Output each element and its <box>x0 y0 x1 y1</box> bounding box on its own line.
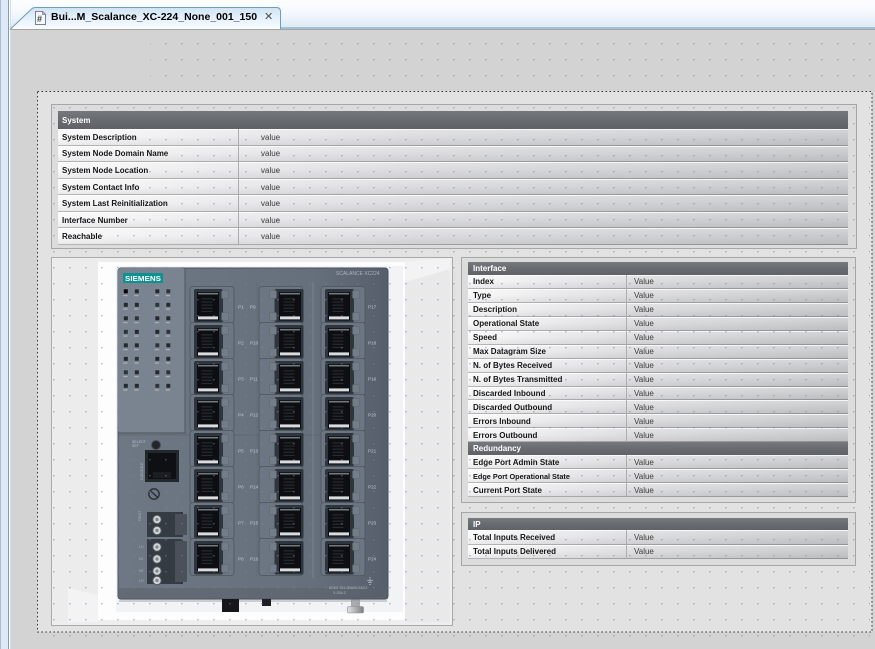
svg-text:P12: P12 <box>250 413 259 418</box>
svg-text:P9: P9 <box>250 305 256 310</box>
svg-text:P13: P13 <box>250 449 259 454</box>
svg-text:P11: P11 <box>250 377 258 382</box>
svg-text:P1: P1 <box>238 305 244 310</box>
svg-text:P6: P6 <box>238 485 244 490</box>
svg-text:P10: P10 <box>250 341 259 346</box>
svg-text:M2: M2 <box>139 569 144 573</box>
svg-text:P5: P5 <box>238 449 244 454</box>
svg-text:P14: P14 <box>250 485 259 490</box>
svg-text:6GK5 224-0BA00-2AC2: 6GK5 224-0BA00-2AC2 <box>329 586 367 590</box>
svg-text:#: # <box>37 14 42 24</box>
svg-text:M1: M1 <box>139 557 144 561</box>
svg-text:L1+: L1+ <box>139 545 145 549</box>
svg-text:L2+: L2+ <box>139 579 145 583</box>
svg-text:P19: P19 <box>368 377 377 382</box>
svg-text:P17: P17 <box>368 305 377 310</box>
svg-text:P16: P16 <box>250 557 259 562</box>
svg-text:SIEMENS: SIEMENS <box>125 276 161 283</box>
svg-text:P15: P15 <box>250 521 259 526</box>
svg-text:X-204-2: X-204-2 <box>333 591 346 595</box>
svg-text:P20: P20 <box>368 413 377 418</box>
svg-text:CONSOLE: CONSOLE <box>140 462 144 480</box>
svg-text:P24: P24 <box>368 557 377 562</box>
svg-text:P3: P3 <box>238 377 244 382</box>
svg-text:SET: SET <box>132 444 140 448</box>
svg-text:P23: P23 <box>368 521 377 526</box>
svg-text:P22: P22 <box>368 485 377 490</box>
svg-text:P21: P21 <box>368 449 377 454</box>
svg-text:FAULT: FAULT <box>138 511 142 521</box>
svg-text:SCALANCE XC224: SCALANCE XC224 <box>336 271 380 277</box>
svg-text:P4: P4 <box>238 413 244 418</box>
svg-text:P8: P8 <box>238 557 244 562</box>
svg-text:P7: P7 <box>238 521 244 526</box>
svg-text:P18: P18 <box>368 341 377 346</box>
svg-text:P2: P2 <box>238 341 244 346</box>
